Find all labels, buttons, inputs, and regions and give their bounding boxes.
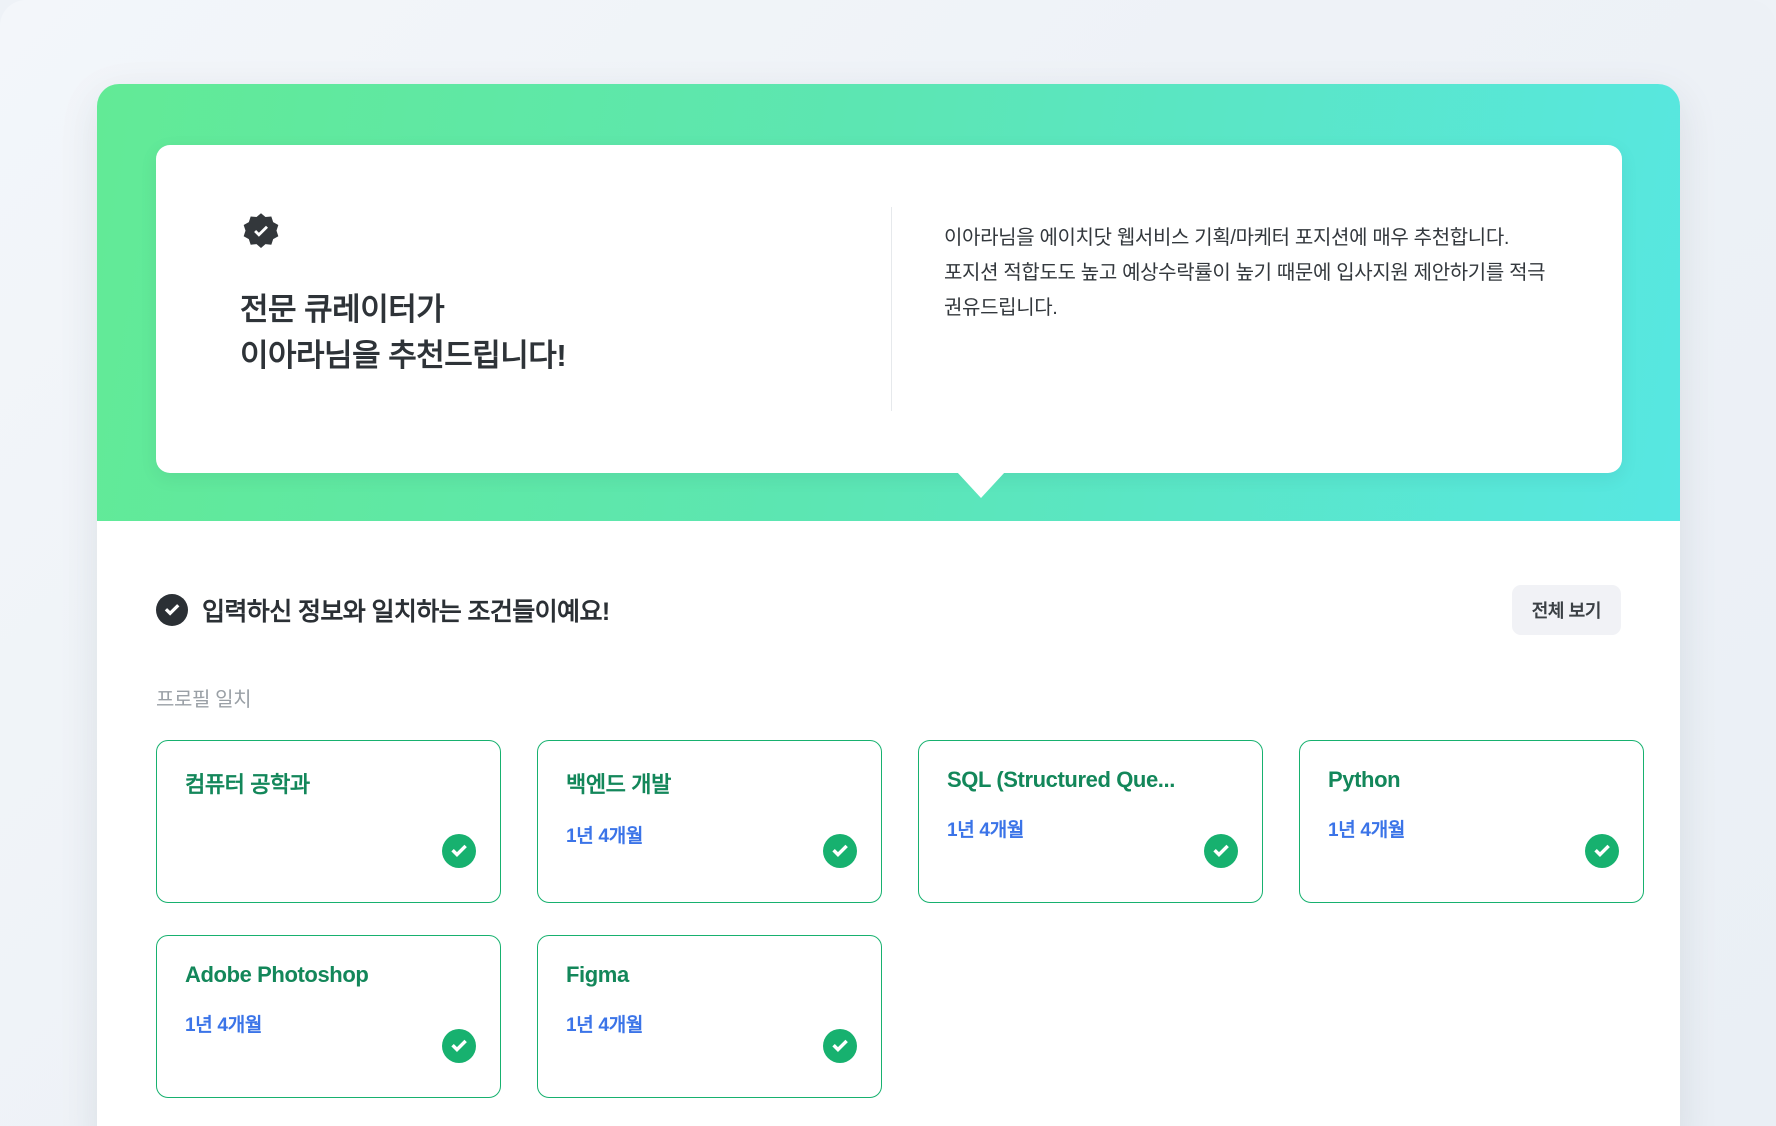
- match-card-title: 백엔드 개발: [566, 767, 857, 799]
- check-circle-icon: [823, 1029, 857, 1063]
- match-card[interactable]: SQL (Structured Que... 1년 4개월: [918, 740, 1263, 903]
- curator-quote-card: 전문 큐레이터가 이아라님을 추천드립니다! 이아라님을 에이치닷 웹서비스 기…: [156, 145, 1622, 473]
- match-section-title: 입력하신 정보와 일치하는 조건들이예요!: [202, 592, 610, 628]
- quote-headline: 전문 큐레이터가 이아라님을 추천드립니다!: [240, 287, 891, 378]
- headline-line-1: 전문 큐레이터가: [240, 292, 444, 327]
- check-circle-icon: [1585, 834, 1619, 868]
- page-background: 전문 큐레이터가 이아라님을 추천드립니다! 이아라님을 에이치닷 웹서비스 기…: [0, 0, 1776, 1126]
- hero-gradient-banner: 전문 큐레이터가 이아라님을 추천드립니다! 이아라님을 에이치닷 웹서비스 기…: [97, 84, 1680, 521]
- check-circle-icon: [442, 1029, 476, 1063]
- profile-match-group-label: 프로필 일치: [156, 683, 1621, 712]
- quote-headline-block: 전문 큐레이터가 이아라님을 추천드립니다!: [156, 145, 891, 473]
- speech-bubble-tail: [957, 472, 1005, 498]
- match-section-title-group: 입력하신 정보와 일치하는 조건들이예요!: [156, 592, 610, 628]
- match-card-grid: 컴퓨터 공학과 백엔드 개발 1년 4개월: [156, 740, 1621, 1098]
- check-circle-icon: [442, 834, 476, 868]
- recommendation-paragraph-2: 포지션 적합도도 높고 예상수락률이 높기 때문에 입사지원 제안하기를 적극 …: [944, 256, 1562, 326]
- verified-badge-icon: [240, 211, 282, 253]
- match-card-duration: 1년 4개월: [1328, 815, 1619, 842]
- match-section-header: 입력하신 정보와 일치하는 조건들이예요! 전체 보기: [156, 521, 1621, 635]
- match-card[interactable]: Adobe Photoshop 1년 4개월: [156, 935, 501, 1098]
- check-circle-icon: [1204, 834, 1238, 868]
- headline-line-2: 이아라님을 추천드립니다!: [240, 333, 891, 379]
- match-card-title: 컴퓨터 공학과: [185, 767, 476, 799]
- view-all-button[interactable]: 전체 보기: [1512, 585, 1621, 635]
- recommendation-paragraph-1: 이아라님을 에이치닷 웹서비스 기획/마케터 포지션에 매우 추천합니다.: [944, 221, 1562, 256]
- check-circle-icon: [823, 834, 857, 868]
- match-card-title: Python: [1328, 767, 1619, 793]
- match-card-duration: [185, 821, 476, 845]
- recommendation-panel: 전문 큐레이터가 이아라님을 추천드립니다! 이아라님을 에이치닷 웹서비스 기…: [97, 84, 1680, 1126]
- match-card-title: Figma: [566, 962, 857, 988]
- match-section: 입력하신 정보와 일치하는 조건들이예요! 전체 보기 프로필 일치 컴퓨터 공…: [97, 521, 1680, 1098]
- match-card-duration: 1년 4개월: [947, 815, 1238, 842]
- match-card[interactable]: Figma 1년 4개월: [537, 935, 882, 1098]
- match-card[interactable]: Python 1년 4개월: [1299, 740, 1644, 903]
- match-card-duration: 1년 4개월: [566, 1010, 857, 1037]
- check-circle-icon: [156, 594, 188, 626]
- match-card-title: Adobe Photoshop: [185, 962, 476, 988]
- match-card-title: SQL (Structured Que...: [947, 767, 1238, 793]
- match-card[interactable]: 컴퓨터 공학과: [156, 740, 501, 903]
- recommendation-text-block: 이아라님을 에이치닷 웹서비스 기획/마케터 포지션에 매우 추천합니다. 포지…: [892, 145, 1622, 473]
- match-card[interactable]: 백엔드 개발 1년 4개월: [537, 740, 882, 903]
- match-card-duration: 1년 4개월: [566, 821, 857, 848]
- match-card-duration: 1년 4개월: [185, 1010, 476, 1037]
